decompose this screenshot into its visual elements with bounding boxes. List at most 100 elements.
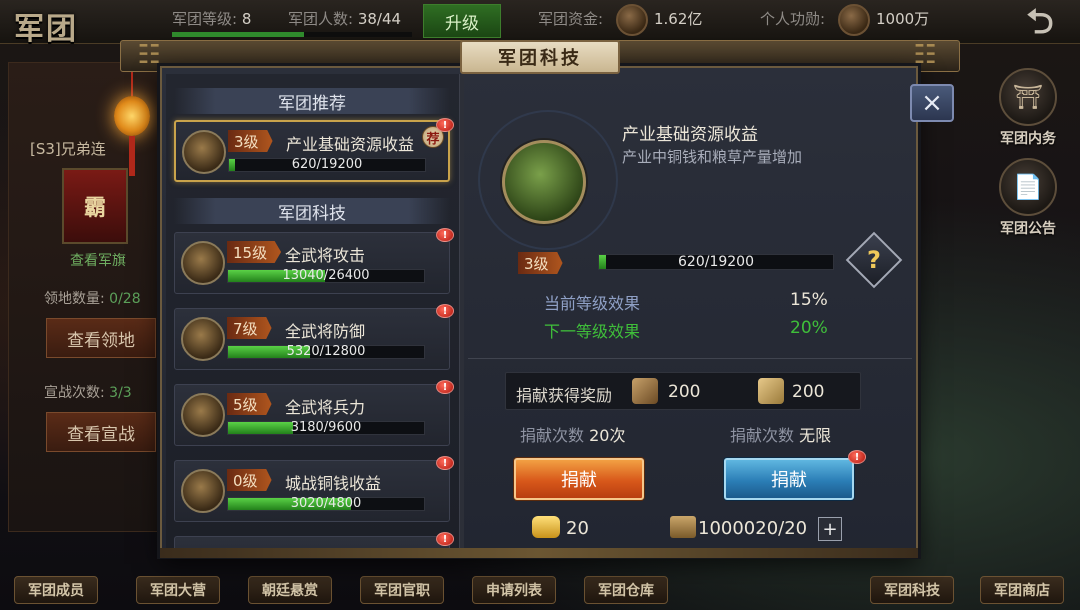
tech-name: 城战铜钱收益 (285, 474, 382, 493)
notification-badge: ! (436, 456, 454, 470)
list-scrollbar[interactable] (460, 74, 464, 552)
nav-guild-camp[interactable]: 军团大营 (136, 576, 220, 604)
detail-title: 产业基础资源收益 (622, 125, 758, 145)
tech-level-tag: 0级 (227, 469, 272, 491)
gold-ingot-icon (532, 516, 560, 538)
troops-icon (181, 393, 225, 437)
tech-progress-bar: 620/19200 (228, 157, 426, 172)
question-mark-icon[interactable]: ? (854, 240, 894, 280)
tech-level-tag: 7级 (227, 317, 272, 339)
nav-guild-members[interactable]: 军团成员 (14, 576, 98, 604)
bottom-nav: 军团成员 军团大营 朝廷悬赏 军团官职 申请列表 军团仓库 军团科技 军团商店 (0, 552, 1080, 610)
tech-name: 产业基础资源收益 (286, 135, 415, 154)
tech-item-troops[interactable]: 5级 全武将兵力 3180/9600 (174, 384, 450, 446)
notification-badge: ! (436, 532, 454, 546)
lantern-tassel (129, 136, 135, 176)
donate-gold-button[interactable]: 捐献 (514, 458, 644, 500)
tech-name: 全武将兵力 (285, 398, 366, 417)
scroll-icon (632, 378, 658, 404)
detail-progress-bar: 620/19200 (598, 254, 834, 270)
recommend-header: 军团推荐 (174, 88, 450, 114)
view-war-button[interactable]: 查看宣战 (46, 412, 156, 452)
personal-merit-label: 个人功勋: (760, 10, 826, 28)
tech-header: 军团科技 (174, 198, 450, 224)
donate-token-button[interactable]: 捐献 (724, 458, 854, 500)
guild-flag[interactable]: 霸 (62, 168, 128, 244)
current-effect-value: 15% (790, 290, 828, 310)
notification-badge: ! (436, 228, 454, 242)
detail-level-tag: 3级 (518, 252, 563, 274)
lantern-icon (114, 96, 150, 136)
modal-bottom-ornament (160, 548, 918, 558)
reward-value-2: 200 (792, 382, 825, 402)
view-flag-link[interactable]: 查看军旗 (70, 250, 126, 270)
farm-icon (182, 130, 226, 174)
guild-logo-title: 军团 (14, 12, 78, 47)
notification-badge: ! (436, 118, 454, 132)
tech-progress-bar: 13040/26400 (227, 268, 425, 283)
nav-apply-list[interactable]: 申请列表 (472, 576, 556, 604)
next-effect-label: 下一等级效果 (544, 322, 641, 341)
personal-merit-icon (838, 4, 870, 36)
guild-funds-icon (616, 4, 648, 36)
modal-title: 军团科技 (460, 40, 620, 74)
tech-item-recommended[interactable]: 3级 产业基础资源收益 620/19200 荐 (174, 120, 450, 182)
tech-list[interactable]: 军团推荐 3级 产业基础资源收益 620/19200 荐 ! 军团科技 15级 … (166, 74, 460, 552)
add-token-button[interactable]: + (818, 517, 842, 541)
detail-description: 产业中铜钱和粮草产量增加 (622, 148, 803, 166)
reward-value-1: 200 (668, 382, 701, 402)
territory-count: 领地数量: 0/28 (44, 291, 141, 307)
reward-label: 捐献获得奖励 (516, 386, 613, 405)
view-territory-button[interactable]: 查看领地 (46, 318, 156, 358)
upgrade-button[interactable]: 升级 (423, 4, 501, 38)
token-scroll-icon (670, 516, 696, 538)
nav-guild-offices[interactable]: 军团官职 (360, 576, 444, 604)
level-progress-fill (172, 32, 304, 37)
nav-guild-warehouse[interactable]: 军团仓库 (584, 576, 668, 604)
nav-guild-shop[interactable]: 军团商店 (980, 576, 1064, 604)
personal-merit-value: 1000万 (876, 10, 930, 28)
donate-count-left: 捐献次数 20次 (520, 426, 626, 445)
tech-progress-bar: 5320/12800 (227, 344, 425, 359)
cannon-icon (181, 469, 225, 513)
defense-icon (181, 317, 225, 361)
notice-icon: 📄 (999, 158, 1057, 216)
tech-item-attack[interactable]: 15级 全武将攻击 13040/26400 (174, 232, 450, 294)
tech-level-tag: 5级 (227, 393, 272, 415)
gold-value: 20 (566, 518, 589, 539)
tech-name: 全武将攻击 (285, 246, 366, 265)
tech-progress-bar: 3180/9600 (227, 420, 425, 435)
donate-count-right: 捐献次数 无限 (730, 426, 832, 445)
tech-item-defense[interactable]: 7级 全武将防御 5320/12800 (174, 308, 450, 370)
tech-item-citywar[interactable]: 0级 城战铜钱收益 3020/4800 (174, 460, 450, 522)
next-effect-value: 20% (790, 318, 828, 338)
back-arrow-icon[interactable]: ⮌ (1008, 4, 1072, 42)
attack-icon (181, 241, 225, 285)
close-button[interactable]: × (910, 84, 954, 122)
guild-notice-button[interactable]: 📄 军团公告 (986, 158, 1070, 238)
war-count: 宣战次数: 3/3 (44, 385, 132, 401)
farm-large-icon (502, 140, 586, 224)
divider (468, 358, 912, 359)
token-icon (758, 378, 784, 404)
guild-funds-label: 军团资金: (538, 10, 604, 28)
tech-progress-bar: 3020/4800 (227, 496, 425, 511)
tech-level-tag: 3级 (228, 130, 273, 152)
nav-guild-tech[interactable]: 军团科技 (870, 576, 954, 604)
tech-level-tag: 15级 (227, 241, 282, 263)
guild-level-stat: 军团等级: 8 (172, 10, 252, 28)
gate-icon: ⛩ (999, 68, 1057, 126)
token-value: 1000020/20 (698, 518, 808, 539)
nav-court-bounty[interactable]: 朝廷悬赏 (248, 576, 332, 604)
top-bar: 军团 军团等级: 8 军团人数: 38/44 升级 军团资金: 1.62亿 个人… (0, 0, 1080, 47)
tech-name: 全武将防御 (285, 322, 366, 341)
guild-name: [S3]兄弟连 (30, 140, 106, 158)
notification-badge: ! (848, 450, 866, 464)
current-effect-label: 当前等级效果 (544, 294, 641, 313)
guild-funds-value: 1.62亿 (654, 10, 703, 28)
guild-level-bar (172, 32, 412, 37)
guild-members-stat: 军团人数: 38/44 (288, 10, 402, 28)
notification-badge: ! (436, 304, 454, 318)
guild-affairs-button[interactable]: ⛩ 军团内务 (986, 68, 1070, 148)
notification-badge: ! (436, 380, 454, 394)
